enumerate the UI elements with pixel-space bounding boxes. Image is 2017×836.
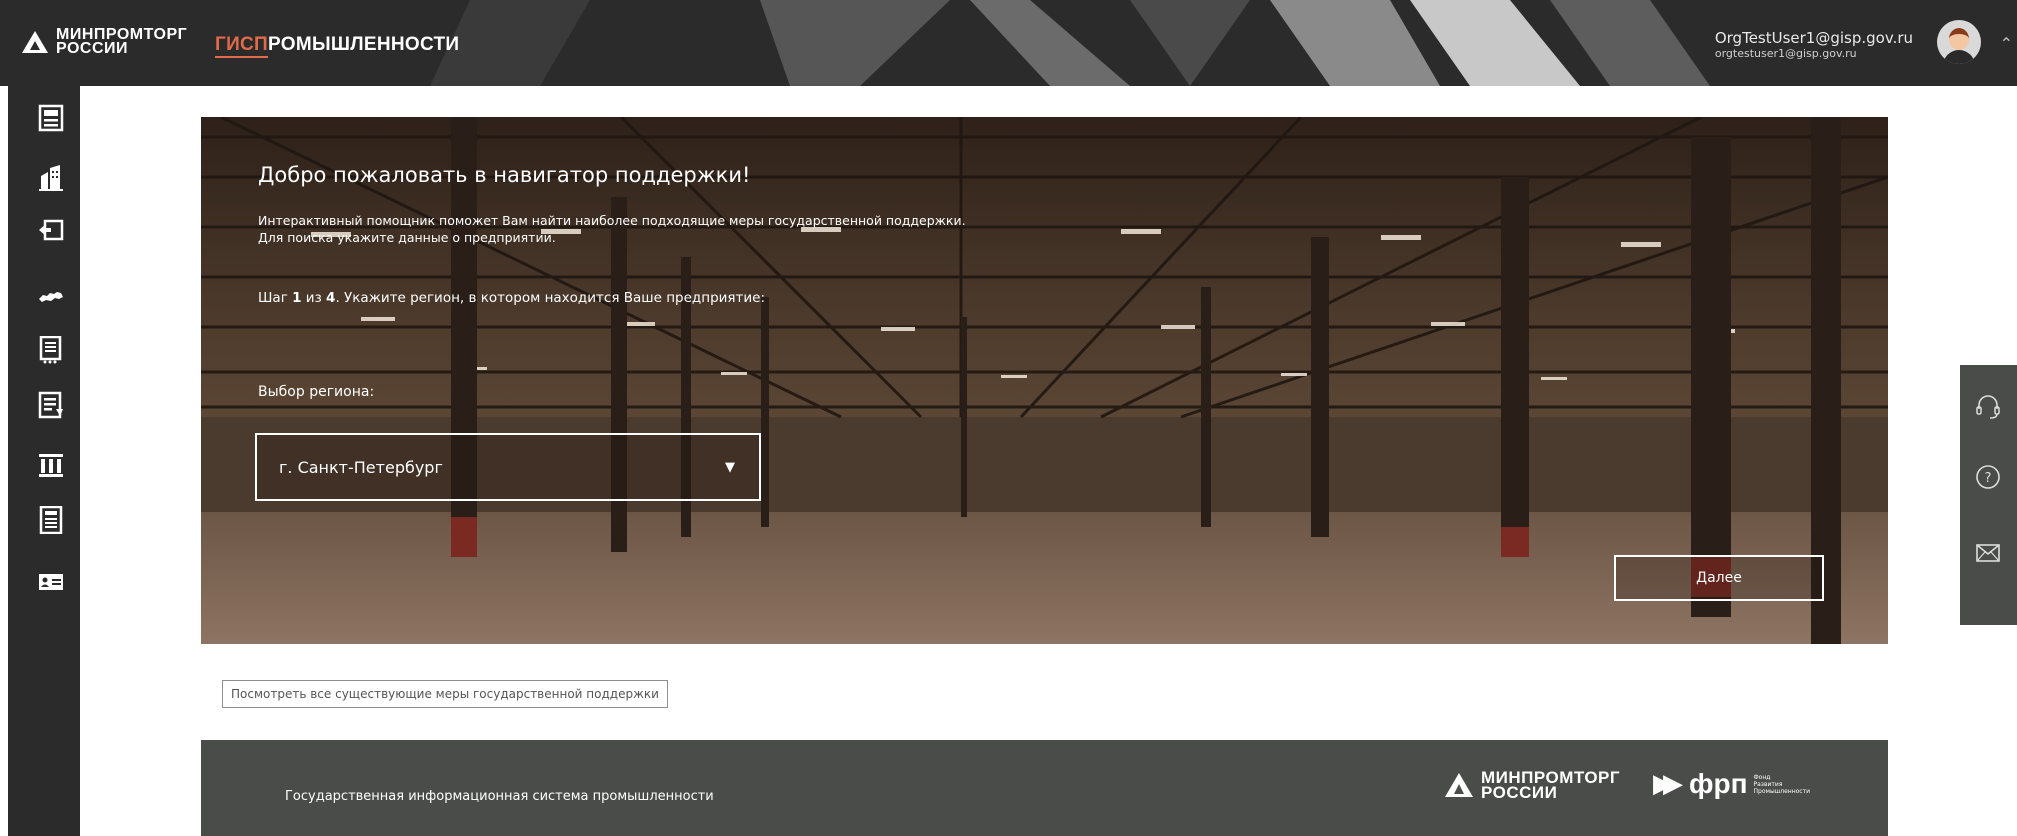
- dropdown-arrow-icon: ▼: [725, 459, 735, 475]
- profile-card-icon[interactable]: [38, 568, 64, 596]
- footer-ministry-logo[interactable]: МИНПРОМТОРГ РОССИИ: [1445, 769, 1620, 801]
- right-floating-panel: ?: [1960, 365, 2017, 625]
- ministry-emblem-icon: [1445, 773, 1473, 797]
- frp-chevron-icon: ▶▶: [1653, 769, 1683, 799]
- footer-system-name: Государственная информационная система п…: [285, 789, 714, 804]
- footer: Государственная информационная система п…: [201, 740, 1888, 836]
- russia-map-icon[interactable]: [38, 282, 64, 310]
- svg-text:?: ?: [1985, 471, 1992, 486]
- support-headset-icon[interactable]: [1974, 393, 2002, 421]
- step-indicator: Шаг 1 из 4. Укажите регион, в котором на…: [258, 290, 766, 306]
- next-button[interactable]: Далее: [1614, 555, 1824, 601]
- region-label: Выбор региона:: [258, 384, 375, 400]
- all-support-measures-button[interactable]: Посмотреть все существующие меры государ…: [222, 680, 668, 708]
- hero-title: Добро пожаловать в навигатор поддержки!: [258, 163, 751, 187]
- region-select[interactable]: г. Санкт-Петербург ▼: [255, 433, 761, 501]
- buildings-icon[interactable]: [38, 164, 64, 192]
- catalog-icon[interactable]: [38, 450, 64, 478]
- hero-description: Интерактивный помощник поможет Вам найти…: [258, 213, 966, 245]
- ministry-logo[interactable]: МИНПРОМТОРГ РОССИИ: [22, 27, 187, 57]
- mail-envelope-icon[interactable]: [1974, 539, 2002, 567]
- left-sidebar: [0, 86, 80, 836]
- import-substitution-icon[interactable]: [38, 216, 64, 244]
- user-account[interactable]: OrgTestUser1@gisp.gov.ru orgtestuser1@gi…: [1714, 29, 1913, 61]
- calculator-icon[interactable]: [38, 506, 64, 534]
- user-email: orgtestuser1@gisp.gov.ru: [1714, 47, 1857, 60]
- avatar[interactable]: [1937, 20, 1981, 64]
- region-select-value: г. Санкт-Петербург: [279, 457, 443, 477]
- footer-frp-logo[interactable]: ▶▶ фрп Фонд Развития Промышленности: [1653, 768, 1810, 800]
- user-name: OrgTestUser1@gisp.gov.ru: [1714, 29, 1913, 47]
- help-question-icon[interactable]: ?: [1974, 463, 2002, 491]
- registry-icon[interactable]: [38, 104, 64, 132]
- support-navigator-hero: Добро пожаловать в навигатор поддержки! …: [201, 117, 1888, 644]
- report-icon[interactable]: [38, 391, 64, 419]
- ministry-emblem-icon: [22, 31, 48, 53]
- header-background-pattern: [430, 0, 1710, 86]
- user-menu-icon[interactable]: ⌃: [2000, 34, 2013, 53]
- gisp-logo[interactable]: ГИСПРОМЫШЛЕННОСТИ: [215, 34, 459, 58]
- top-bar: МИНПРОМТОРГ РОССИИ ГИСПРОМЫШЛЕННОСТИ OrgT…: [0, 0, 2017, 86]
- document-list-icon[interactable]: [38, 336, 64, 364]
